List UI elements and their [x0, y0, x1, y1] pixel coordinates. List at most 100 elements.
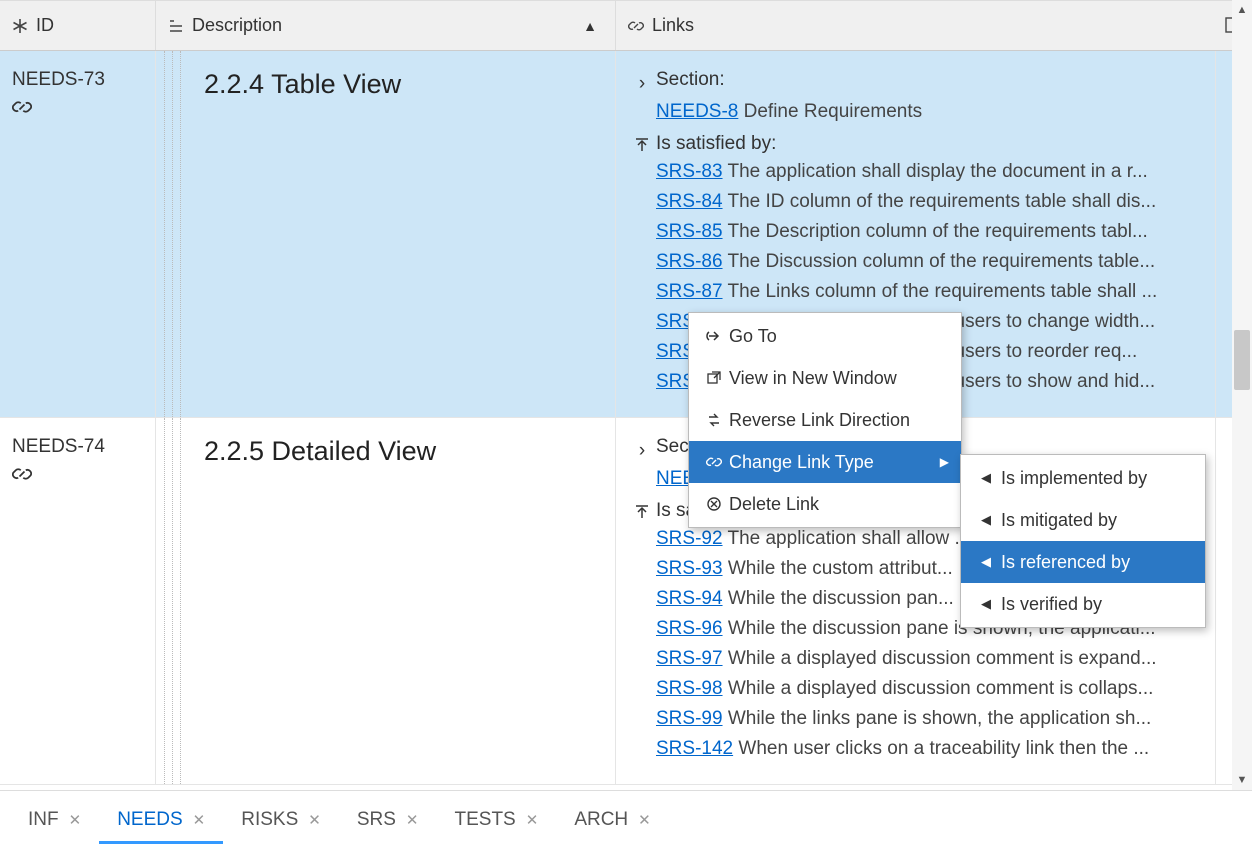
- table-body: NEEDS-73 2.2.4 Table View › Section: NEE…: [0, 51, 1232, 790]
- link-text: Define Requirements: [744, 101, 922, 122]
- menu-item-label: Go To: [729, 326, 777, 347]
- chevron-right-icon: ›: [628, 69, 656, 95]
- requirement-link[interactable]: SRS-94: [656, 588, 723, 609]
- requirement-link[interactable]: NEEDS-8: [656, 101, 738, 122]
- menu-item-view-new-window[interactable]: View in New Window: [689, 357, 961, 399]
- link-icon: [12, 464, 143, 484]
- link-icon: [699, 454, 729, 470]
- link-item[interactable]: SRS-99 While the links pane is shown, th…: [628, 704, 1203, 734]
- column-header-description[interactable]: Description ▲: [156, 1, 616, 50]
- tab-label: INF: [28, 809, 59, 831]
- column-header-id[interactable]: ID: [0, 1, 156, 50]
- link-text: The Discussion column of the requirement…: [727, 251, 1155, 272]
- description-cell: 2.2.4 Table View: [156, 51, 616, 417]
- menu-item-label: Reverse Link Direction: [729, 410, 910, 431]
- sort-ascending-icon: ▲: [583, 18, 597, 34]
- close-icon[interactable]: ✕: [526, 811, 539, 829]
- requirement-link[interactable]: SRS-92: [656, 528, 723, 549]
- tab-label: RISKS: [241, 809, 298, 831]
- table-row[interactable]: NEEDS-73 2.2.4 Table View › Section: NEE…: [0, 51, 1232, 418]
- tab-tests[interactable]: TESTS ✕: [437, 799, 557, 844]
- link-item[interactable]: SRS-98 While a displayed discussion comm…: [628, 674, 1203, 704]
- goto-icon: [699, 328, 729, 344]
- tab-label: TESTS: [455, 809, 516, 831]
- link-text: While the links pane is shown, the appli…: [728, 708, 1152, 729]
- close-icon[interactable]: ✕: [406, 811, 419, 829]
- link-group-label: Section:: [656, 69, 725, 91]
- link-text: The application shall allow ...: [727, 528, 970, 549]
- requirement-id: NEEDS-73: [12, 69, 143, 91]
- link-item[interactable]: SRS-84 The ID column of the requirements…: [628, 187, 1203, 217]
- tab-risks[interactable]: RISKS ✕: [223, 799, 339, 844]
- tab-inf[interactable]: INF ✕: [10, 799, 99, 844]
- requirement-link[interactable]: SRS-142: [656, 738, 733, 759]
- requirement-link[interactable]: SRS-96: [656, 618, 723, 639]
- close-icon[interactable]: ✕: [308, 811, 321, 829]
- menu-item-change-link-type[interactable]: Change Link Type ▶: [689, 441, 961, 483]
- link-item[interactable]: NEEDS-8 Define Requirements: [628, 97, 1203, 127]
- chevron-left-icon: ◀: [971, 470, 1001, 486]
- requirement-link[interactable]: SRS-86: [656, 251, 723, 272]
- link-item[interactable]: SRS-87 The Links column of the requireme…: [628, 277, 1203, 307]
- link-text: The application shall display the docume…: [727, 161, 1147, 182]
- requirements-table: ID Description ▲ Links NEEDS-73: [0, 0, 1252, 790]
- menu-item-label: Is verified by: [1001, 594, 1102, 615]
- tab-arch[interactable]: ARCH ✕: [556, 799, 668, 844]
- requirement-link[interactable]: SRS-93: [656, 558, 723, 579]
- reverse-icon: [699, 412, 729, 428]
- submenu-item-implemented-by[interactable]: ◀ Is implemented by: [961, 457, 1205, 499]
- scroll-up-icon[interactable]: ▲: [1232, 0, 1252, 20]
- link-icon: [12, 97, 143, 117]
- tab-label: NEEDS: [117, 809, 182, 831]
- requirement-link[interactable]: SRS-98: [656, 678, 723, 699]
- description-text: 2.2.5 Detailed View: [168, 436, 603, 467]
- close-icon[interactable]: ✕: [638, 811, 651, 829]
- delete-icon: [699, 496, 729, 512]
- link-text: While a displayed discussion comment is …: [728, 648, 1157, 669]
- vertical-scrollbar[interactable]: ▲ ▼: [1232, 0, 1252, 790]
- tab-needs[interactable]: NEEDS ✕: [99, 799, 223, 844]
- link-text: The Links column of the requirements tab…: [727, 281, 1157, 302]
- close-icon[interactable]: ✕: [193, 811, 206, 829]
- scrollbar-track[interactable]: [1232, 20, 1252, 770]
- link-group-header[interactable]: › Section:: [628, 69, 1203, 95]
- link-item[interactable]: SRS-97 While a displayed discussion comm…: [628, 644, 1203, 674]
- menu-item-reverse-direction[interactable]: Reverse Link Direction: [689, 399, 961, 441]
- description-text: 2.2.4 Table View: [168, 69, 603, 100]
- chevron-left-icon: ◀: [971, 554, 1001, 570]
- scroll-down-icon[interactable]: ▼: [1232, 770, 1252, 790]
- menu-item-goto[interactable]: Go To: [689, 315, 961, 357]
- requirement-link[interactable]: SRS-87: [656, 281, 723, 302]
- link-item[interactable]: SRS-142 When user clicks on a traceabili…: [628, 734, 1203, 764]
- requirement-link[interactable]: SRS-99: [656, 708, 723, 729]
- menu-item-delete-link[interactable]: Delete Link: [689, 483, 961, 525]
- tab-srs[interactable]: SRS ✕: [339, 799, 437, 844]
- submenu-item-verified-by[interactable]: ◀ Is verified by: [961, 583, 1205, 625]
- link-item[interactable]: SRS-83 The application shall display the…: [628, 157, 1203, 187]
- chevron-right-icon: ›: [628, 436, 656, 462]
- link-group-header[interactable]: Is satisfied by:: [628, 133, 1203, 155]
- scrollbar-thumb[interactable]: [1234, 330, 1250, 390]
- outline-guide: [162, 51, 190, 417]
- column-header-links[interactable]: Links: [616, 1, 1216, 50]
- requirement-link[interactable]: SRS-84: [656, 191, 723, 212]
- asterisk-icon: [12, 18, 28, 34]
- tab-label: SRS: [357, 809, 396, 831]
- submenu-item-mitigated-by[interactable]: ◀ Is mitigated by: [961, 499, 1205, 541]
- link-text: The ID column of the requirements table …: [727, 191, 1156, 212]
- table-header-row: ID Description ▲ Links: [0, 1, 1252, 51]
- requirement-link[interactable]: SRS-83: [656, 161, 723, 182]
- requirement-link[interactable]: SRS-85: [656, 221, 723, 242]
- link-item[interactable]: SRS-86 The Discussion column of the requ…: [628, 247, 1203, 277]
- close-icon[interactable]: ✕: [69, 811, 82, 829]
- new-window-icon: [699, 370, 729, 386]
- requirement-id: NEEDS-74: [12, 436, 143, 458]
- id-cell: NEEDS-73: [0, 51, 156, 417]
- link-text: While the discussion pan...: [728, 588, 954, 609]
- requirement-link[interactable]: SRS-97: [656, 648, 723, 669]
- chevron-right-icon: ▶: [940, 455, 949, 469]
- arrow-up-bar-icon: [628, 133, 656, 153]
- link-type-submenu: ◀ Is implemented by ◀ Is mitigated by ◀ …: [960, 454, 1206, 628]
- link-item[interactable]: SRS-85 The Description column of the req…: [628, 217, 1203, 247]
- submenu-item-referenced-by[interactable]: ◀ Is referenced by: [961, 541, 1205, 583]
